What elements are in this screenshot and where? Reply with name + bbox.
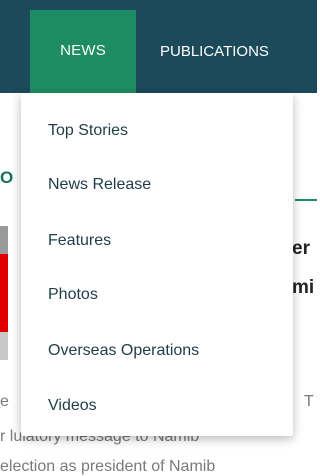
menu-item-photos[interactable]: Photos xyxy=(48,286,98,304)
headline-fragment-2: mi xyxy=(292,277,315,298)
menu-item-news-release[interactable]: News Release xyxy=(48,176,151,194)
headline-fragment-1: er xyxy=(292,238,310,259)
body-text-line-3: election as president of Namib xyxy=(0,458,216,475)
menu-item-overseas-operations[interactable]: Overseas Operations xyxy=(48,342,199,360)
menu-item-top-stories[interactable]: Top Stories xyxy=(48,122,128,140)
menu-item-videos[interactable]: Videos xyxy=(48,397,97,415)
section-heading-fragment: O xyxy=(0,168,14,187)
thumbnail-image xyxy=(0,254,8,332)
top-navbar: NEWS PUBLICATIONS xyxy=(0,0,317,93)
nav-tab-publications-label: PUBLICATIONS xyxy=(160,43,269,60)
nav-tab-publications[interactable]: PUBLICATIONS xyxy=(160,10,269,93)
body-text-fragment-right: T xyxy=(304,393,314,410)
body-text-fragment-left: e xyxy=(0,393,9,410)
thumbnail-top xyxy=(0,226,8,254)
news-dropdown-menu: Top Stories News Release Features Photos… xyxy=(21,93,293,436)
section-divider xyxy=(295,199,317,201)
menu-item-features[interactable]: Features xyxy=(48,232,111,250)
thumbnail-bottom xyxy=(0,332,8,360)
nav-tab-news[interactable]: NEWS xyxy=(30,10,136,93)
nav-tab-news-label: NEWS xyxy=(60,42,106,59)
